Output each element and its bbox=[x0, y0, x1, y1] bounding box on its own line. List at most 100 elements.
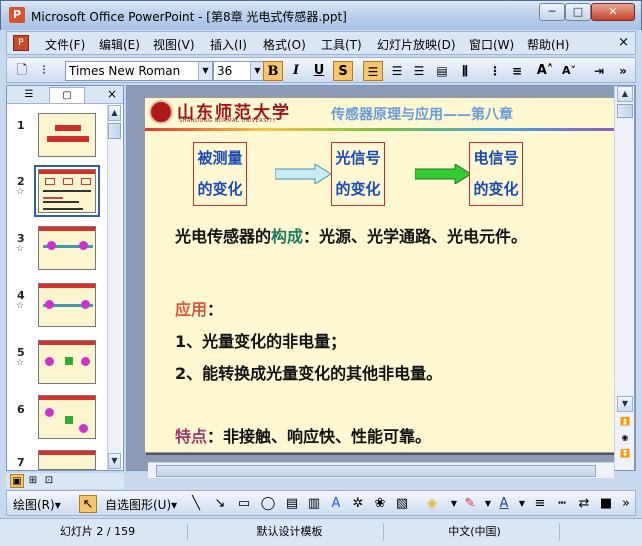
scroll-thumb[interactable] bbox=[617, 104, 633, 118]
dash-style-icon[interactable]: ┅ bbox=[553, 495, 571, 513]
increase-font-button[interactable]: A˄ bbox=[535, 61, 555, 81]
flow-box-optical[interactable]: 光信号 的变化 bbox=[331, 142, 385, 206]
university-seal-icon bbox=[149, 100, 173, 124]
feature-line: 特点：非接触、响应快、性能可靠。 bbox=[175, 423, 431, 447]
arrow-style-icon[interactable]: ⇄ bbox=[575, 495, 593, 513]
menu-insert[interactable]: 插入(I) bbox=[210, 36, 247, 53]
slide-thumbnail-5[interactable] bbox=[38, 340, 96, 384]
scroll-up-icon[interactable]: ▲ bbox=[108, 105, 121, 121]
numbering-icon[interactable]: ⋮ bbox=[485, 61, 505, 81]
slide-vertical-scrollbar[interactable]: ▲ ▼ ⏫ ◉ ⏬ bbox=[614, 86, 634, 470]
menu-help[interactable]: 帮助(H) bbox=[527, 36, 569, 53]
toolbar-overflow-icon[interactable]: » bbox=[617, 495, 635, 513]
textbox-tool-icon[interactable]: ▤ bbox=[283, 495, 301, 513]
align-center-icon[interactable]: ☰ bbox=[387, 61, 407, 81]
scroll-up-icon[interactable]: ▲ bbox=[617, 86, 633, 102]
toolbar-options-icon[interactable]: ⁝ bbox=[35, 62, 53, 80]
menu-bar: P 文件(F) 编辑(E) 视图(V) 插入(I) 格式(O) 工具(T) 幻灯… bbox=[6, 31, 636, 55]
slide-thumbnail-3[interactable] bbox=[38, 226, 96, 270]
distribute-icon[interactable]: ▤ bbox=[432, 61, 452, 81]
thumb-text-line bbox=[43, 208, 83, 210]
document-close-icon[interactable]: × bbox=[618, 35, 629, 50]
title-bar: P Microsoft Office PowerPoint - [第8章 光电式… bbox=[0, 0, 642, 30]
next-slide-icon[interactable]: ⏬ bbox=[619, 448, 631, 460]
shadow-style-icon[interactable]: ■ bbox=[597, 495, 615, 513]
university-name-en: SHANDONG NORMAL UNIVERSITY bbox=[179, 118, 277, 124]
chevron-down-icon[interactable]: ▼ bbox=[198, 62, 212, 80]
font-name-select[interactable]: Times New Roman ▼ bbox=[65, 61, 213, 81]
line-tool-icon[interactable]: ╲ bbox=[187, 495, 205, 513]
menu-format[interactable]: 格式(O) bbox=[263, 36, 306, 53]
draw-menu-button[interactable]: 绘图(R)▾ bbox=[13, 496, 61, 513]
bullets-icon[interactable]: ≡ bbox=[507, 61, 527, 81]
line-style-icon[interactable]: ≡ bbox=[531, 495, 549, 513]
wordart-icon[interactable]: A bbox=[327, 495, 345, 513]
shadow-button[interactable]: S bbox=[333, 61, 353, 81]
indent-icon[interactable]: ⇥ bbox=[589, 61, 609, 81]
minimize-button[interactable]: ─ bbox=[539, 3, 565, 21]
document-icon[interactable]: P bbox=[13, 35, 29, 51]
scroll-down-icon[interactable]: ▼ bbox=[108, 453, 121, 469]
new-document-icon[interactable]: 🗋 bbox=[13, 62, 31, 80]
font-color-icon[interactable]: A bbox=[495, 495, 513, 513]
scroll-thumb[interactable] bbox=[108, 123, 121, 139]
maximize-button[interactable]: □ bbox=[565, 3, 591, 21]
slideshow-icon[interactable]: ⊡ bbox=[42, 474, 56, 488]
fill-color-icon[interactable]: ◈ bbox=[423, 495, 441, 513]
diagram-icon[interactable]: ✲ bbox=[349, 495, 367, 513]
vertical-text-icon[interactable]: ⫼ bbox=[455, 61, 475, 81]
current-slide[interactable]: 山东师范大学 SHANDONG NORMAL UNIVERSITY 传感器原理与… bbox=[144, 97, 618, 453]
menu-window[interactable]: 窗口(W) bbox=[469, 36, 514, 53]
thumb-text-line bbox=[43, 190, 91, 192]
italic-button[interactable]: I bbox=[286, 61, 306, 81]
slide-thumbnail-2[interactable] bbox=[34, 165, 100, 217]
decrease-font-button[interactable]: A˅ bbox=[559, 61, 579, 81]
slide-thumbnail-6[interactable] bbox=[38, 395, 96, 439]
menu-slideshow[interactable]: 幻灯片放映(D) bbox=[377, 36, 456, 53]
bold-button[interactable]: B bbox=[263, 61, 283, 81]
vertical-textbox-icon[interactable]: ▥ bbox=[305, 495, 323, 513]
slides-tab[interactable]: ▢ bbox=[49, 87, 85, 103]
design-template-status: 默认设计模板 bbox=[196, 523, 384, 541]
slide-horizontal-scrollbar[interactable] bbox=[148, 462, 614, 478]
previous-slide-icon[interactable]: ⏫ bbox=[619, 416, 631, 428]
slides-pane: ☰ ▢ × 1 2 ☆ 3 ☆ 4 ☆ 5 ☆ 6 7 ▲ ▼ bbox=[6, 85, 124, 471]
align-left-icon[interactable]: ☰ bbox=[363, 61, 383, 81]
menu-file[interactable]: 文件(F) bbox=[45, 36, 85, 53]
close-button[interactable]: ✕ bbox=[591, 3, 635, 21]
rectangle-tool-icon[interactable]: ▭ bbox=[235, 495, 253, 513]
thumbnails-scrollbar[interactable]: ▲ ▼ bbox=[107, 105, 121, 470]
select-object-icon[interactable]: ◉ bbox=[619, 432, 631, 444]
slide-sorter-icon[interactable]: ⊞ bbox=[26, 474, 40, 488]
menu-edit[interactable]: 编辑(E) bbox=[99, 36, 140, 53]
oval-tool-icon[interactable]: ◯ bbox=[259, 495, 277, 513]
chevron-down-icon[interactable]: ▼ bbox=[513, 495, 531, 513]
font-size-select[interactable]: 36 ▼ bbox=[213, 61, 265, 81]
select-pointer-icon[interactable]: ↖ bbox=[79, 495, 97, 513]
chevron-down-icon[interactable]: ▼ bbox=[250, 62, 264, 80]
thumb-subtitle-mark bbox=[47, 136, 89, 142]
outline-tab[interactable]: ☰ bbox=[11, 87, 47, 103]
pane-close-icon[interactable]: × bbox=[107, 87, 117, 101]
normal-view-icon[interactable]: ▣ bbox=[10, 474, 24, 488]
arrow-tool-icon[interactable]: ↘ bbox=[211, 495, 229, 513]
animation-star-icon: ☆ bbox=[16, 187, 25, 197]
thumb-box bbox=[45, 178, 55, 185]
slide-thumbnail-1[interactable] bbox=[38, 113, 96, 157]
autoshapes-menu-button[interactable]: 自选图形(U)▾ bbox=[105, 496, 177, 513]
menu-tools[interactable]: 工具(T) bbox=[321, 36, 362, 53]
toolbar-overflow-icon[interactable]: » bbox=[613, 61, 633, 81]
align-right-icon[interactable]: ☰ bbox=[409, 61, 429, 81]
menu-view[interactable]: 视图(V) bbox=[153, 36, 195, 53]
slide-thumbnail-4[interactable] bbox=[38, 283, 96, 327]
flow-box-electric[interactable]: 电信号 的变化 bbox=[469, 142, 523, 206]
flow-box-measured[interactable]: 被测量 的变化 bbox=[193, 142, 247, 206]
clipart-icon[interactable]: ❀ bbox=[371, 495, 389, 513]
line-color-icon[interactable]: ✎ bbox=[461, 495, 479, 513]
powerpoint-app-icon[interactable]: P bbox=[9, 7, 25, 23]
insert-picture-icon[interactable]: ▧ bbox=[393, 495, 411, 513]
slide-thumbnail-7[interactable] bbox=[38, 450, 96, 470]
horizontal-scroll-thumb[interactable] bbox=[156, 465, 596, 477]
scroll-down-icon[interactable]: ▼ bbox=[617, 396, 633, 412]
underline-button[interactable]: U bbox=[309, 61, 329, 81]
